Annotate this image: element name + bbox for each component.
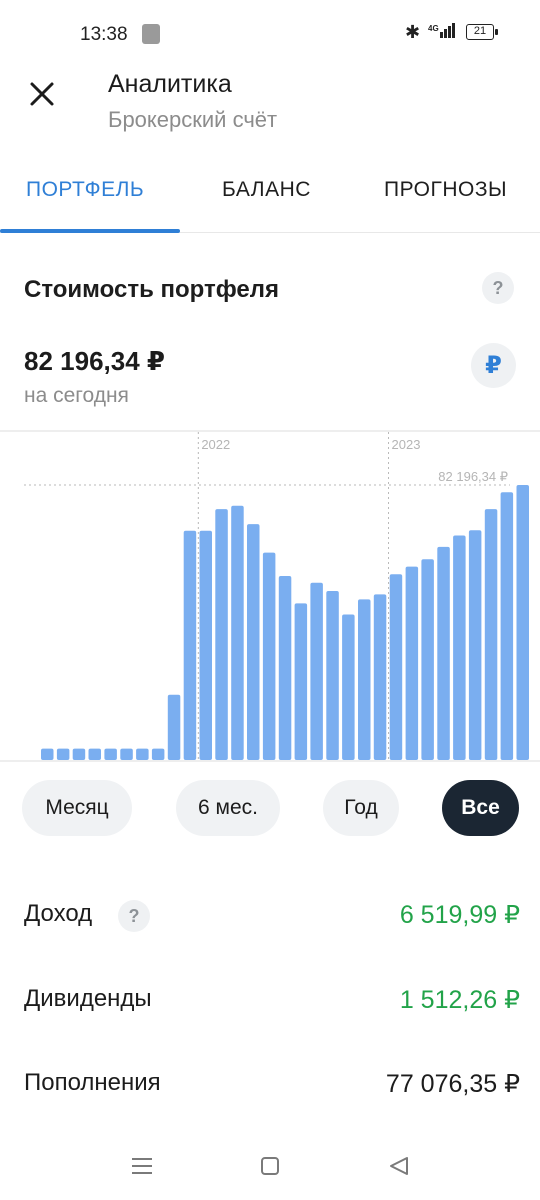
chart-bar bbox=[342, 614, 355, 760]
bluetooth-icon: ✱ bbox=[405, 22, 421, 42]
period-month-button[interactable]: Месяц bbox=[22, 780, 132, 836]
chart-bar bbox=[41, 748, 54, 760]
menu-icon bbox=[132, 1158, 152, 1174]
chart-bar bbox=[373, 594, 387, 760]
section-title: Стоимость портфеля bbox=[24, 276, 280, 303]
chart-bar bbox=[294, 603, 308, 760]
page-subtitle: Брокерский счёт bbox=[108, 107, 278, 132]
chart-bar bbox=[183, 530, 197, 760]
nav-home-button[interactable] bbox=[256, 1152, 284, 1180]
chart-bar bbox=[136, 748, 149, 760]
period-6-months-button[interactable]: 6 мес. bbox=[176, 780, 280, 836]
dividends-label: Дивиденды bbox=[24, 985, 152, 1012]
back-triangle-icon bbox=[390, 1157, 408, 1175]
chart-bar bbox=[151, 748, 165, 760]
nav-recents-button[interactable] bbox=[128, 1152, 156, 1180]
chart-bar bbox=[468, 530, 482, 760]
chart-bar bbox=[516, 485, 529, 760]
status-time: 13:38 bbox=[80, 24, 128, 45]
income-help-button[interactable]: ? bbox=[118, 900, 150, 932]
notification-avatar-icon bbox=[142, 24, 160, 44]
chart-bar bbox=[88, 748, 101, 760]
chart-bar bbox=[262, 552, 276, 760]
chart-bar bbox=[310, 582, 323, 760]
chart-bar bbox=[56, 748, 70, 760]
tab-forecasts[interactable]: ПРОГНОЗЫ bbox=[384, 178, 507, 202]
chart-bar bbox=[231, 505, 244, 760]
chart-bar bbox=[389, 574, 403, 760]
income-label: Доход bbox=[24, 900, 93, 927]
battery-icon: 21 bbox=[466, 24, 498, 40]
chart-bar bbox=[326, 591, 339, 760]
tab-balance[interactable]: БАЛАНС bbox=[222, 178, 311, 202]
chart-bar bbox=[421, 559, 434, 760]
chart-bar bbox=[247, 524, 260, 760]
tab-portfolio[interactable]: ПОРТФЕЛЬ bbox=[26, 178, 144, 202]
chart-bar bbox=[215, 509, 228, 760]
battery-level: 21 bbox=[473, 25, 487, 37]
portfolio-value: 82 196,34 ₽ bbox=[24, 346, 165, 376]
portfolio-caption: на сегодня bbox=[24, 384, 129, 407]
close-icon bbox=[30, 82, 54, 106]
chart-bar bbox=[104, 748, 117, 760]
home-square-icon bbox=[261, 1157, 279, 1175]
active-tab-indicator bbox=[0, 229, 180, 233]
chart-bar bbox=[405, 566, 419, 760]
chart-bar bbox=[167, 694, 181, 760]
income-value: 6 519,99 ₽ bbox=[399, 901, 520, 929]
chart-bar bbox=[72, 748, 86, 760]
page-title: Аналитика bbox=[108, 70, 232, 98]
period-all-button[interactable]: Все bbox=[442, 780, 519, 836]
chart-bar bbox=[199, 530, 212, 760]
deposits-label: Пополнения bbox=[24, 1069, 161, 1096]
portfolio-chart[interactable]: 2022 2023 82 196,34 ₽ bbox=[0, 430, 540, 762]
close-button[interactable] bbox=[24, 76, 60, 112]
deposits-value: 77 076,35 ₽ bbox=[385, 1070, 520, 1098]
help-button[interactable]: ? bbox=[482, 272, 514, 304]
chart-bar bbox=[278, 576, 292, 760]
chart-bar bbox=[453, 535, 466, 760]
period-year-button[interactable]: Год bbox=[323, 780, 399, 836]
chart-bar bbox=[120, 748, 133, 760]
chart-year-label: 2023 bbox=[392, 437, 421, 452]
currency-ruble-button[interactable]: ₽ bbox=[471, 343, 516, 388]
chart-bar bbox=[358, 599, 371, 760]
nav-back-button[interactable] bbox=[385, 1152, 413, 1180]
chart-bar bbox=[484, 509, 498, 760]
chart-year-label: 2022 bbox=[201, 437, 230, 452]
chart-max-label: 82 196,34 ₽ bbox=[438, 469, 508, 484]
dividends-value: 1 512,26 ₽ bbox=[399, 986, 520, 1014]
network-type: 4G bbox=[428, 24, 439, 33]
chart-bar bbox=[500, 492, 514, 760]
chart-bar bbox=[437, 546, 450, 760]
